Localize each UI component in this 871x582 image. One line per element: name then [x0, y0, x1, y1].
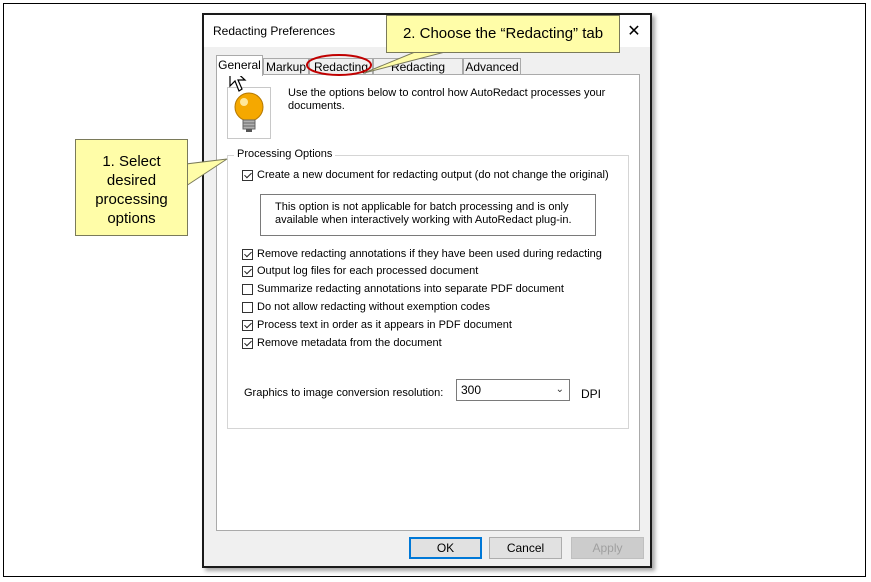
- callout1-pointer: [185, 158, 228, 187]
- callout-step1-text: 1. Select desired processing options: [95, 153, 168, 227]
- callout2-pointer: [363, 51, 446, 74]
- tab-general[interactable]: General: [216, 55, 263, 76]
- callout-step2-text: 2. Choose the “Redacting” tab: [402, 25, 604, 42]
- callout-step2: 2. Choose the “Redacting” tab: [386, 15, 620, 53]
- callout-step1: 1. Select desired processing options: [75, 139, 188, 236]
- annotation-overlay: [185, 51, 446, 187]
- redacting-tab-highlight: [306, 54, 372, 76]
